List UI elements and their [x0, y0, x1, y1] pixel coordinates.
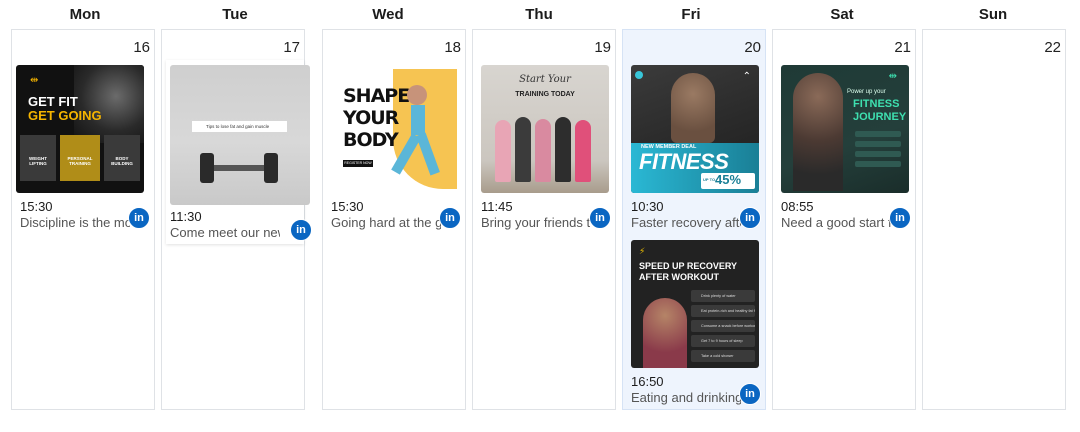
- day-header-thu: Thu: [525, 6, 553, 23]
- tip-item: Take a cold shower: [691, 350, 755, 362]
- post-caption: Come meet our new w…: [170, 225, 280, 240]
- linkedin-icon[interactable]: in: [290, 219, 312, 241]
- post-thumbnail[interactable]: ⚡ SPEED UP RECOVERY AFTER WORKOUT Drink …: [631, 240, 759, 368]
- day-column-wed[interactable]: 18 SHAPE YOUR BODY REGISTER NOW 15:30 Go…: [322, 29, 466, 410]
- day-number: 19: [594, 39, 611, 56]
- post-thumbnail[interactable]: ⇹ Power up your FITNESS JOURNEY: [781, 65, 909, 193]
- day-column-thu[interactable]: 19 Start Your TRAINING TODAY 11:45 Bring…: [472, 29, 616, 410]
- headline: SPEED UP RECOVERY: [639, 261, 738, 271]
- calendar-week-view: Mon Tue Wed Thu Fri Sat Sun 16 ⇹ GET FIT…: [0, 0, 1080, 432]
- subheadline: Power up your: [847, 89, 886, 95]
- post-caption: Discipline is the mo…: [20, 215, 130, 230]
- day-header-wed: Wed: [372, 6, 404, 23]
- service-label: PERSONAL TRAINING: [67, 156, 93, 166]
- day-header-sun: Sun: [978, 6, 1008, 23]
- tips-list: Drink plenty of water Eat protein-rich a…: [691, 290, 755, 368]
- promo-small: UP TO: [703, 177, 716, 182]
- service-label: BODY BUILDING: [111, 156, 133, 166]
- linkedin-icon[interactable]: in: [589, 207, 611, 229]
- day-number: 21: [894, 39, 911, 56]
- day-header-mon: Mon: [69, 6, 101, 23]
- headline: JOURNEY: [853, 111, 907, 123]
- post-thumbnail[interactable]: ⌃ NEW MEMBER DEAL FITNESS UP TO 45%: [631, 65, 759, 193]
- post-thumbnail[interactable]: Tips to lose fat and gain muscle: [170, 65, 310, 205]
- athlete-photo: [74, 65, 144, 143]
- day-number: 16: [133, 39, 150, 56]
- post-thumbnail[interactable]: ⇹ GET FIT GET GOING WEIGHT LIFTING PERSO…: [16, 65, 144, 193]
- lightning-icon: ⚡: [639, 246, 646, 256]
- post-time: 08:55: [781, 199, 814, 214]
- headline: BODY: [343, 129, 399, 151]
- group-photo: [495, 120, 511, 182]
- post-time: 15:30: [20, 199, 53, 214]
- headline: FITNESS: [639, 149, 729, 174]
- post-time: 11:45: [481, 199, 513, 214]
- headline: FITNESS: [853, 98, 900, 110]
- service-label: WEIGHT LIFTING: [29, 156, 47, 166]
- athlete-photo: [793, 73, 843, 191]
- headline: TRAINING TODAY: [515, 91, 575, 98]
- post-time: 10:30: [631, 199, 664, 214]
- day-column-tue[interactable]: 17 Tips to lose fat and gain muscle 11:3…: [161, 29, 312, 410]
- post-time: 11:30: [170, 209, 202, 224]
- athlete-figure: [407, 85, 427, 105]
- search-bar-graphic: Tips to lose fat and gain muscle: [192, 121, 287, 132]
- day-column-sun[interactable]: 22: [922, 29, 1066, 410]
- headline: AFTER WORKOUT: [639, 272, 719, 282]
- headline-accent: GET GOING: [28, 108, 102, 123]
- discount-value: 45%: [715, 172, 742, 187]
- linkedin-icon[interactable]: in: [739, 383, 761, 405]
- day-number: 18: [444, 39, 461, 56]
- headline: YOUR: [343, 107, 399, 129]
- day-header-tue: Tue: [222, 6, 248, 23]
- day-header-fri: Fri: [681, 6, 701, 23]
- tip-item: Consume a snack before workout: [691, 320, 755, 332]
- day-column-sat[interactable]: 21 ⇹ Power up your FITNESS JOURNEY 08:55…: [772, 29, 916, 410]
- chevron-up-icon: ⌃: [742, 71, 751, 82]
- day-number: 17: [283, 39, 300, 56]
- athlete-photo: [643, 298, 687, 368]
- day-column-mon[interactable]: 16 ⇹ GET FIT GET GOING WEIGHT LIFTING PE…: [11, 29, 155, 410]
- headline: SHAPE: [343, 85, 410, 107]
- cta-button-graphic: REGISTER NOW: [343, 160, 373, 167]
- linkedin-icon[interactable]: in: [439, 207, 461, 229]
- athlete-photo: [671, 73, 715, 143]
- post-caption: Faster recovery afte…: [631, 215, 741, 230]
- tip-item: Eat protein-rich and healthy fat food: [691, 305, 755, 317]
- post-time: 16:50: [631, 374, 664, 389]
- day-column-fri[interactable]: 20 ⌃ NEW MEMBER DEAL FITNESS UP TO 45% 1…: [622, 29, 766, 410]
- dumbbell-icon: ⇹: [30, 75, 39, 86]
- post-caption: Going hard at the gy…: [331, 215, 441, 230]
- tip-item: Get 7 to 9 hours of sleep: [691, 335, 755, 347]
- linkedin-icon[interactable]: in: [128, 207, 150, 229]
- tip-item: Drink plenty of water: [691, 290, 755, 302]
- headline: GET FIT: [28, 94, 78, 109]
- day-number: 22: [1044, 39, 1061, 56]
- post-caption: Eating and drinking…: [631, 390, 741, 405]
- linkedin-icon[interactable]: in: [739, 207, 761, 229]
- post-thumbnail[interactable]: Start Your TRAINING TODAY: [481, 65, 609, 193]
- linkedin-icon[interactable]: in: [889, 207, 911, 229]
- day-header-sat: Sat: [830, 6, 854, 23]
- dumbbell-icon: ⇹: [888, 71, 897, 82]
- post-caption: Need a good start fo…: [781, 215, 891, 230]
- script-headline: Start Your: [519, 74, 571, 85]
- post-caption: Bring your friends t…: [481, 215, 591, 230]
- post-time: 15:30: [331, 199, 364, 214]
- dumbbell-icon: [200, 153, 214, 183]
- post-thumbnail[interactable]: SHAPE YOUR BODY REGISTER NOW: [331, 65, 459, 193]
- day-number: 20: [744, 39, 761, 56]
